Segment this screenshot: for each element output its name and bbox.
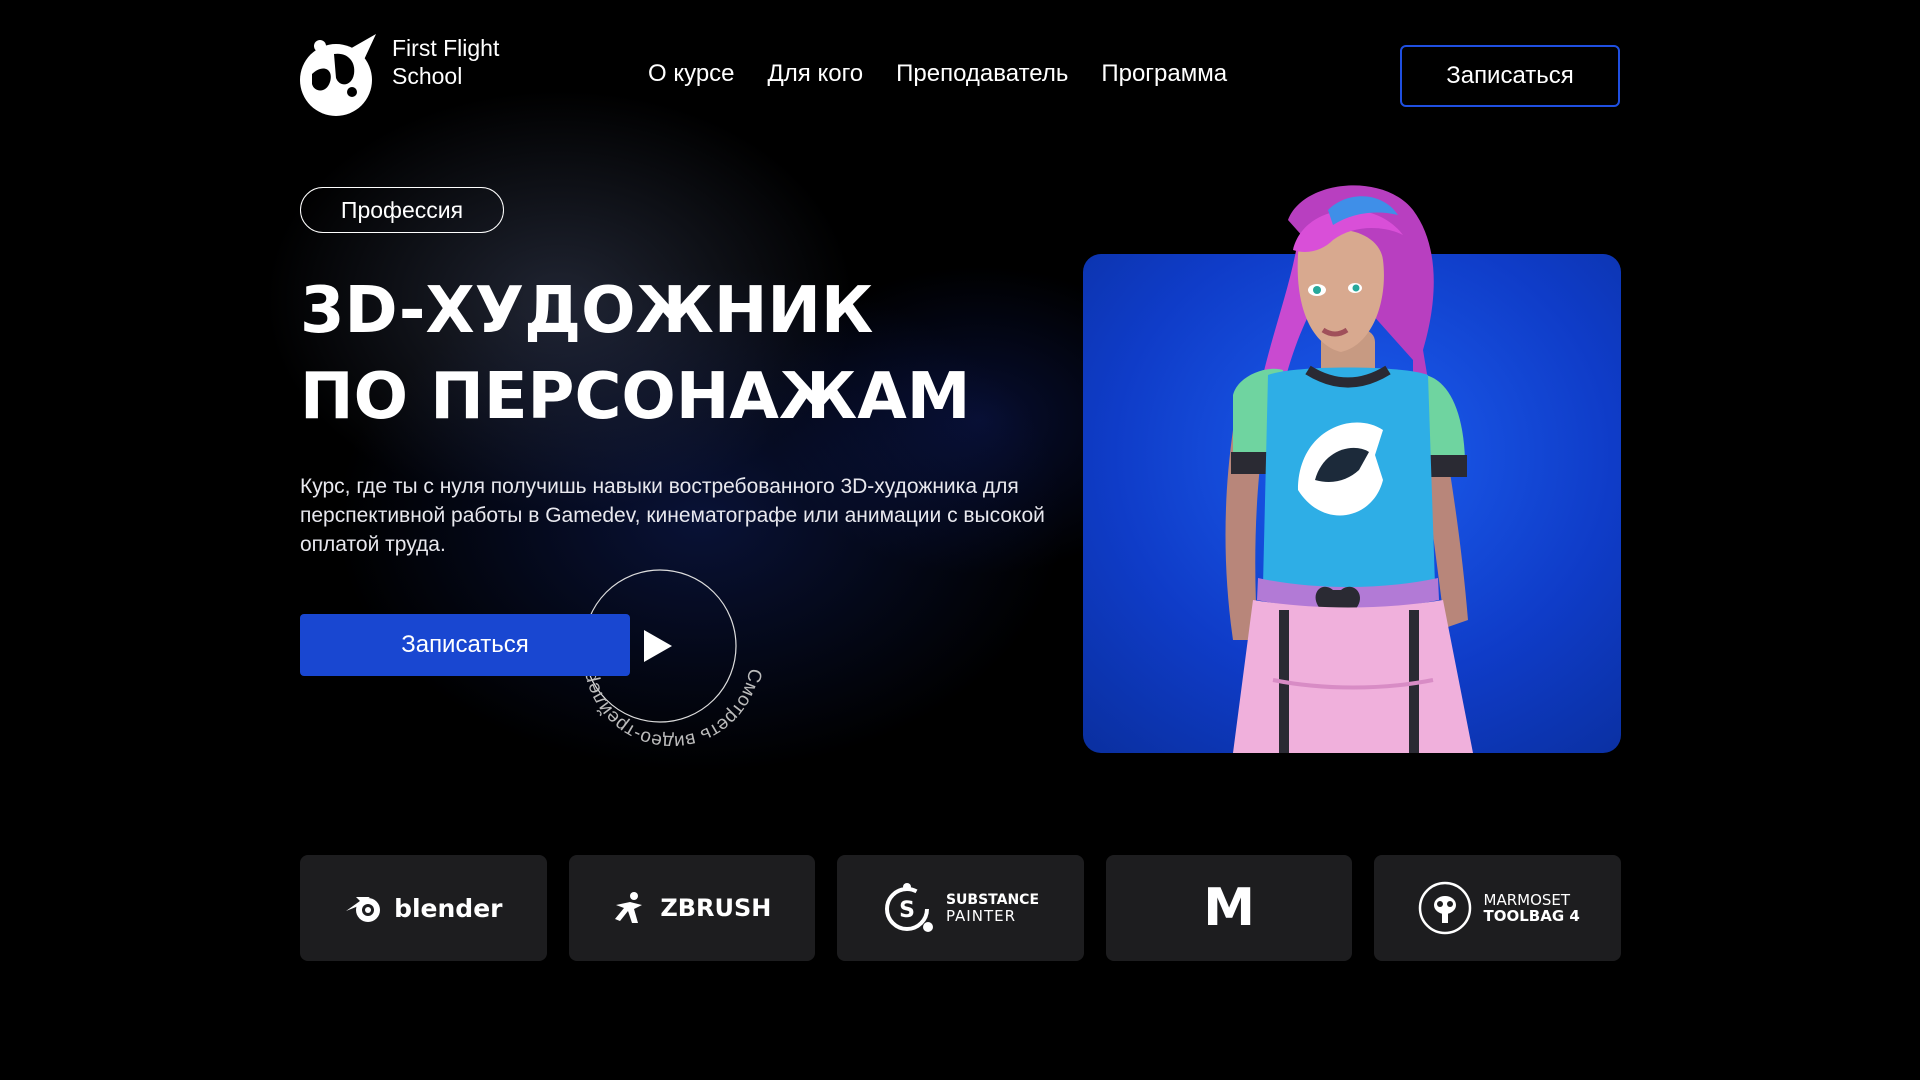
site-header: First Flight School О курсе Для кого Пре…	[300, 34, 1620, 116]
tool-marmoset-label: MARMOSET TOOLBAG 4	[1484, 892, 1580, 924]
marmoset-logo-icon	[1418, 881, 1471, 935]
nav-item-teacher[interactable]: Преподаватель	[896, 60, 1068, 88]
video-trailer-label: Смотреть видео-трейлер	[582, 667, 762, 748]
tool-marmoset-line1: MARMOSET	[1483, 891, 1571, 909]
brand-name-line2: School	[392, 63, 463, 89]
nav-item-audience[interactable]: Для кого	[768, 60, 864, 88]
tool-substance-painter[interactable]: S SUBSTANCE PAINTER	[837, 855, 1084, 961]
page-title: 3D-ХУДОЖНИК ПО ПЕРСОНАЖАМ	[300, 268, 1060, 440]
blender-logo-icon	[346, 897, 381, 922]
tool-marmoset[interactable]: MARMOSET TOOLBAG 4	[1374, 855, 1621, 961]
tool-maya[interactable]: M	[1105, 855, 1353, 961]
substance-painter-logo-icon: S	[884, 883, 933, 932]
play-icon	[644, 630, 672, 662]
tool-substance-line2: PAINTER	[945, 907, 1017, 925]
title-line-2: ПО ПЕРСОНАЖАМ	[300, 360, 971, 434]
maya-logo-icon: M	[1203, 878, 1255, 938]
tool-substance-label: SUBSTANCE PAINTER	[946, 892, 1039, 924]
brand-name: First Flight School	[392, 34, 499, 90]
character-illustration	[1083, 180, 1621, 753]
tool-marmoset-line2: TOOLBAG 4	[1483, 907, 1580, 925]
header-signup-button[interactable]: Записаться	[1400, 45, 1620, 107]
zbrush-logo-icon	[615, 892, 643, 923]
title-line-1: 3D-ХУДОЖНИК	[300, 274, 874, 348]
hero-signup-button[interactable]: Записаться	[300, 614, 630, 676]
tools-row: blender ZBRUSH S SUBSTANCE PAINTER M MAR…	[300, 855, 1621, 961]
main-nav: О курсе Для кого Преподаватель Программа	[648, 60, 1227, 88]
nav-item-program[interactable]: Программа	[1101, 60, 1227, 88]
tool-substance-line1: SUBSTANCE	[945, 892, 1040, 908]
tool-zbrush-label: ZBRUSH	[660, 894, 772, 922]
tool-blender[interactable]: blender	[300, 855, 547, 961]
hero-description: Курс, где ты с нуля получишь навыки вост…	[300, 475, 1045, 556]
tool-zbrush[interactable]: ZBRUSH	[568, 855, 816, 961]
brand-logo-icon	[300, 34, 376, 116]
nav-item-about[interactable]: О курсе	[648, 60, 735, 88]
brand-logo[interactable]: First Flight School	[300, 34, 530, 116]
tool-blender-label: blender	[394, 893, 503, 923]
brand-name-line1: First Flight	[392, 35, 500, 61]
profession-badge: Профессия	[300, 187, 504, 233]
svg-text:S: S	[899, 898, 915, 923]
